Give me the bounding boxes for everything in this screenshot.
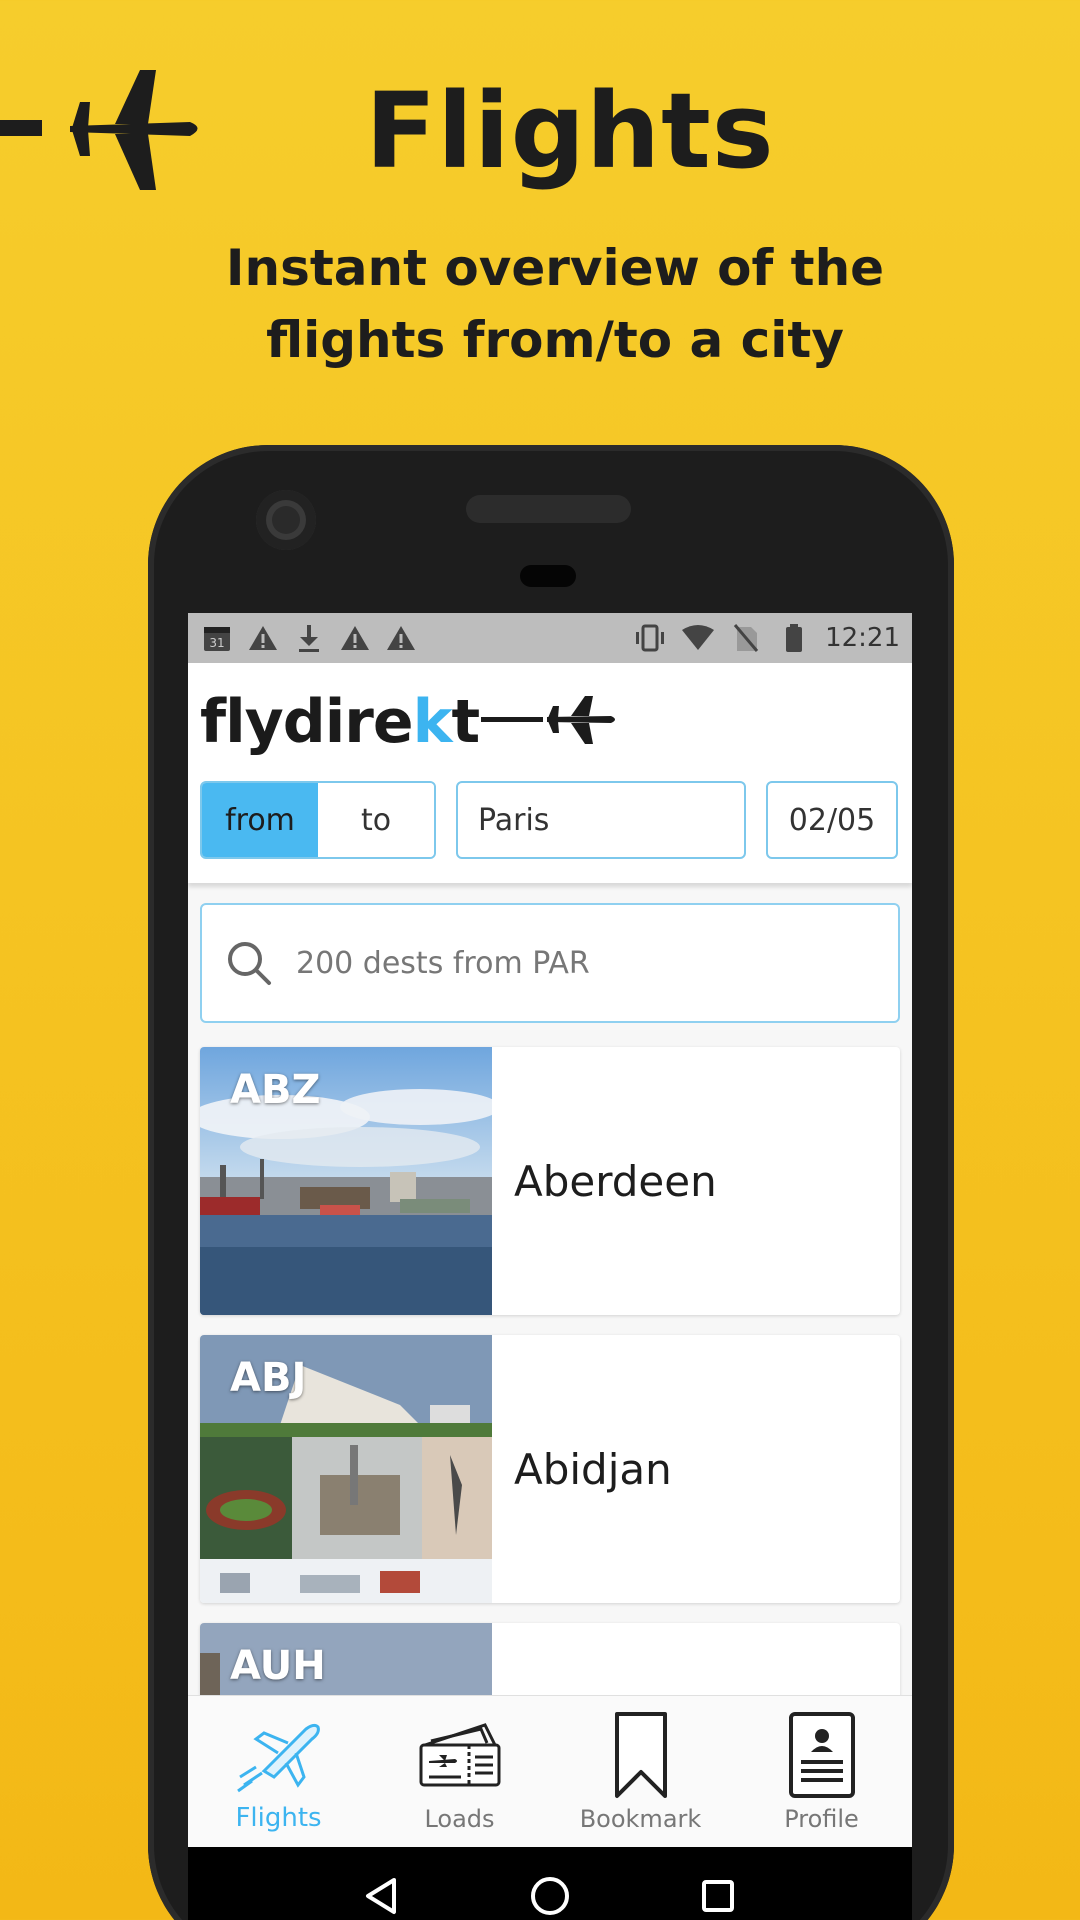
nav-label: Profile [784, 1805, 859, 1833]
logo-text: flydirekt [200, 687, 481, 757]
destination-card[interactable]: ABJ Abidjan [200, 1335, 900, 1603]
warning-icon [384, 623, 418, 653]
promo-subtitle-line2: flights from/to a city [266, 311, 844, 369]
system-navigation-bar [188, 1847, 912, 1920]
toggle-to[interactable]: to [318, 783, 434, 857]
city-field[interactable]: Paris [456, 781, 746, 859]
plane-icon [234, 1707, 324, 1799]
nav-label: Bookmark [579, 1805, 702, 1833]
status-notifications: 31 [200, 623, 418, 653]
nav-label: Flights [235, 1803, 322, 1833]
wifi-icon [681, 623, 715, 653]
promo-title: Flights [365, 70, 775, 192]
airport-code: AUH [230, 1643, 326, 1689]
back-button[interactable] [352, 1866, 412, 1920]
earpiece-speaker [466, 495, 631, 523]
status-time: 12:21 [825, 623, 900, 653]
app-logo: flydirekt [200, 677, 900, 767]
front-camera [256, 490, 316, 550]
profile-icon [777, 1709, 867, 1801]
destination-name: Aberdeen [514, 1156, 717, 1206]
status-system: 12:21 [633, 623, 900, 653]
destination-card[interactable]: ABZ Aberdeen [200, 1047, 900, 1315]
search-input[interactable] [296, 945, 856, 981]
no-sim-icon [729, 623, 763, 653]
nav-flights[interactable]: Flights [188, 1696, 369, 1847]
search-controls: from to Paris 02/05 [200, 781, 900, 859]
app-header: flydirekt from to Paris 02/05 [188, 663, 912, 883]
logo-suffix: t [451, 687, 481, 757]
proximity-sensor [520, 565, 576, 587]
phone-frame: 31 12:21 flydirekt from to Paris 02/05 2… [148, 445, 954, 1920]
promo-subtitle: Instant overview of the flights from/to … [0, 232, 1080, 376]
home-button[interactable] [520, 1866, 580, 1920]
nav-profile[interactable]: Profile [731, 1696, 912, 1847]
nav-label: Loads [424, 1805, 495, 1833]
destination-name: Abidjan [514, 1444, 672, 1494]
date-field[interactable]: 02/05 [766, 781, 898, 859]
warning-icon [338, 623, 372, 653]
destination-image: ABJ [200, 1335, 492, 1603]
logo-plane-icon [481, 696, 616, 744]
airport-code: ABZ [230, 1067, 321, 1113]
warning-icon [246, 623, 280, 653]
search-icon [228, 942, 271, 985]
nav-loads[interactable]: Loads [369, 1696, 550, 1847]
toggle-from[interactable]: from [202, 783, 318, 857]
ticket-icon [415, 1709, 505, 1801]
phone-screen: 31 12:21 flydirekt from to Paris 02/05 2… [188, 613, 912, 1920]
battery-icon [777, 623, 811, 653]
logo-k: k [412, 687, 453, 757]
bookmark-icon [596, 1709, 686, 1801]
home-icon [531, 1877, 569, 1915]
bottom-navigation: Flights Loads Bookmark Profile [188, 1695, 912, 1847]
promo-subtitle-line1: Instant overview of the [225, 239, 885, 297]
recents-button[interactable] [688, 1866, 748, 1920]
recents-icon [702, 1880, 734, 1912]
destination-search[interactable] [200, 903, 900, 1023]
svg-text:31: 31 [209, 636, 224, 650]
airport-code: ABJ [230, 1355, 307, 1401]
status-bar: 31 12:21 [188, 613, 912, 663]
calendar-icon: 31 [200, 623, 234, 653]
nav-bookmark[interactable]: Bookmark [550, 1696, 731, 1847]
download-icon [292, 623, 326, 653]
direction-toggle[interactable]: from to [200, 781, 436, 859]
logo-prefix: flydire [200, 687, 414, 757]
vibrate-icon [633, 623, 667, 653]
destination-image: ABZ [200, 1047, 492, 1315]
back-icon [366, 1878, 396, 1914]
